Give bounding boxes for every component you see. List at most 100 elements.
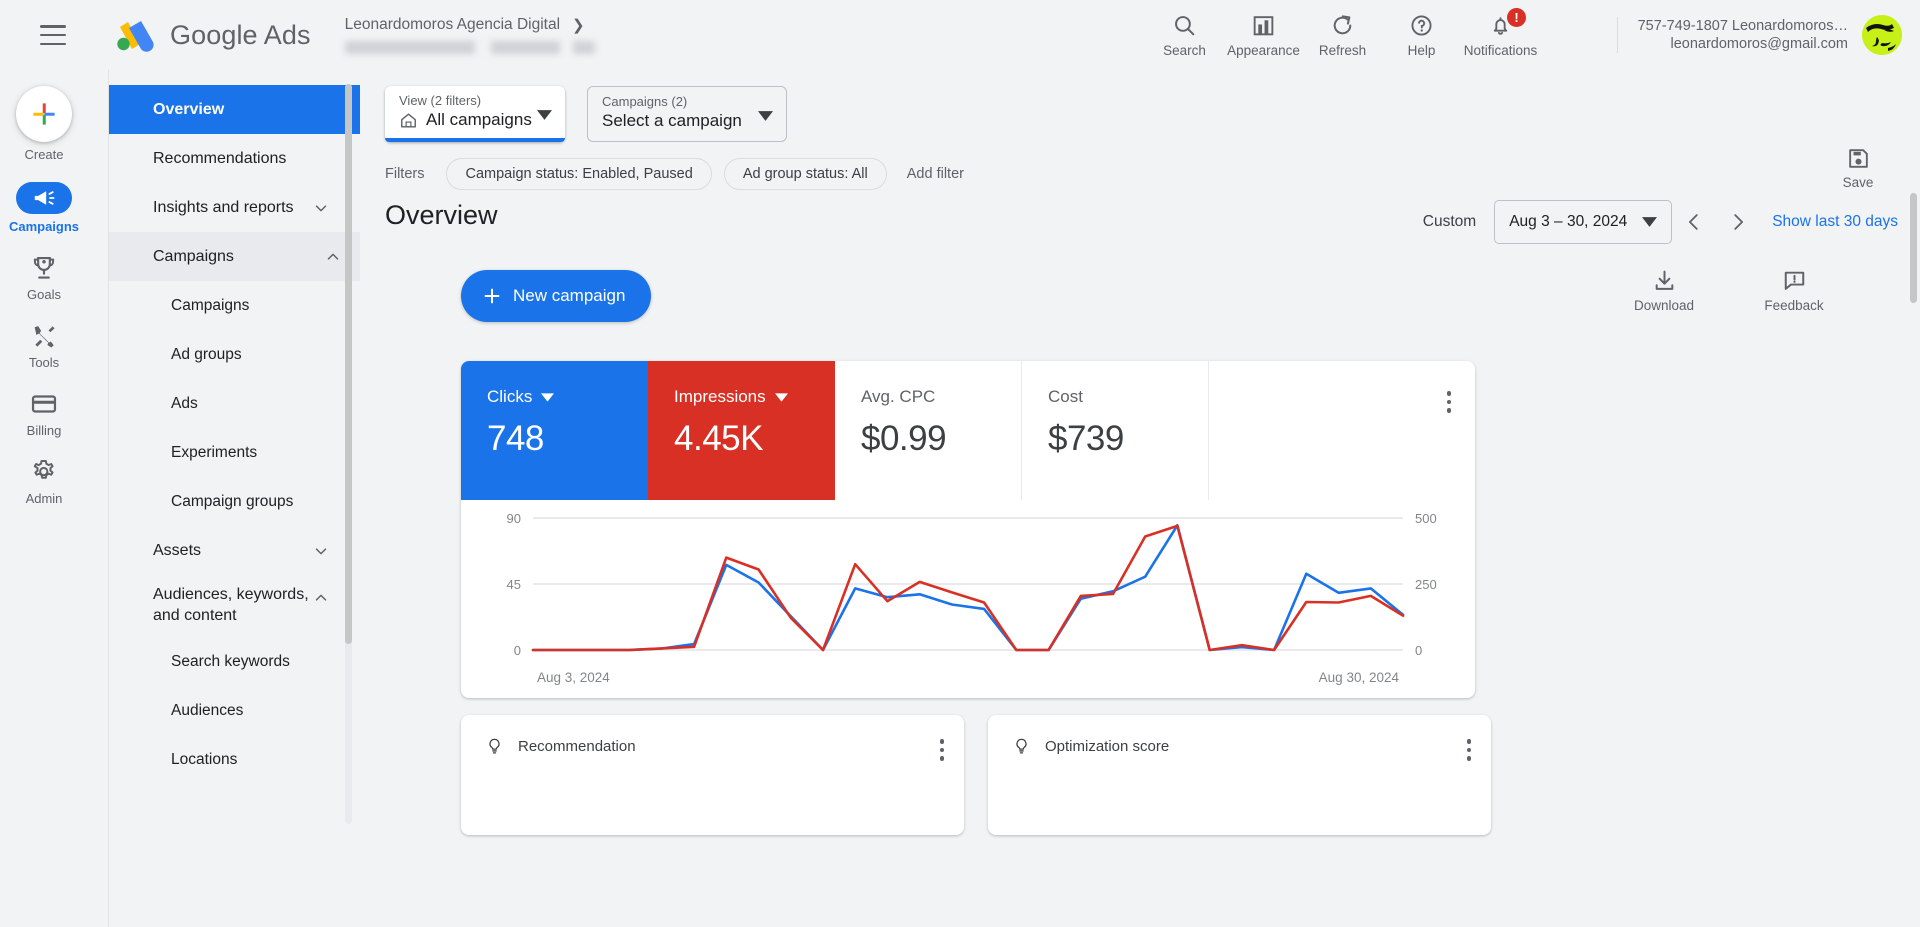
rail-label-tools: Tools (28, 355, 60, 370)
credit-card-icon (31, 395, 57, 413)
account-block[interactable]: 757-749-1807 Leonardomoros… leonardomoro… (1616, 0, 1902, 70)
sidebar-item-search-keywords[interactable]: Search keywords (109, 637, 348, 686)
metric-card-clicks[interactable]: Clicks 748 (461, 361, 648, 500)
rail-label-create: Create (24, 147, 64, 162)
metric-value-avg-cpc: $0.99 (861, 419, 947, 458)
show-last-30-days-link[interactable]: Show last 30 days (1772, 213, 1898, 231)
optimization-score-card-title: Optimization score (1045, 738, 1170, 755)
sidebar-item-campaigns-group[interactable]: Campaigns (109, 232, 360, 281)
sidebar-item-audiences-keywords-content[interactable]: Audiences, keywords, and content (109, 575, 348, 637)
chevron-right-icon (1734, 214, 1744, 230)
recommendation-card-overflow-menu[interactable] (939, 739, 944, 765)
brand[interactable]: Google Ads (114, 18, 311, 52)
metric-card-impressions[interactable]: Impressions 4.45K (648, 361, 835, 500)
sidebar-label-ads: Ads (171, 394, 198, 412)
avatar[interactable] (1862, 15, 1902, 55)
account-id: 757-749-1807 Leonardomoros… (1637, 18, 1848, 34)
recommendation-card[interactable]: Recommendation (461, 715, 964, 835)
notifications-label: Notifications (1463, 42, 1538, 58)
main-scrollbar-thumb[interactable] (1910, 193, 1917, 303)
metric-card-cost[interactable]: Cost $739 (1022, 361, 1209, 500)
search-button[interactable]: Search (1145, 2, 1224, 68)
sidebar-label-audiences: Audiences (171, 701, 244, 719)
sidebar-item-campaigns[interactable]: Campaigns (109, 281, 348, 330)
sidebar-item-locations[interactable]: Locations (109, 735, 348, 784)
rail-item-create[interactable]: Create (0, 86, 88, 162)
date-custom-label: Custom (1422, 213, 1477, 230)
campaign-selector-caption: Campaigns (2) (602, 94, 688, 109)
feedback-button[interactable]: Feedback (1754, 268, 1834, 313)
filters-label: Filters (385, 166, 425, 182)
notifications-button[interactable]: ! Notifications (1461, 2, 1540, 68)
add-filter-button[interactable]: Add filter (899, 166, 972, 182)
chevron-down-icon (537, 110, 552, 120)
date-range-controls: Custom Aug 3 – 30, 2024 Show last 30 day… (1423, 200, 1898, 244)
optimization-score-card-overflow-menu[interactable] (1466, 739, 1471, 765)
date-range-select[interactable]: Aug 3 – 30, 2024 (1494, 200, 1673, 244)
sidebar-item-experiments[interactable]: Experiments (109, 428, 348, 477)
help-button[interactable]: Help (1382, 2, 1461, 68)
campaigns-pill[interactable] (16, 182, 72, 214)
sidebar-label-search-keywords: Search keywords (171, 652, 290, 670)
metric-cards-overflow-menu[interactable] (1446, 391, 1451, 417)
new-campaign-button[interactable]: New campaign (461, 270, 652, 322)
chevron-left-icon (1689, 214, 1698, 230)
chevron-down-icon (315, 204, 327, 211)
rail-item-tools[interactable]: Tools (0, 322, 88, 370)
chevron-right-icon: ❯ (572, 17, 585, 34)
chart-series-impressions (531, 524, 1405, 652)
account-divider (1616, 17, 1618, 53)
date-next-button[interactable] (1716, 200, 1760, 244)
appearance-button[interactable]: Appearance (1224, 2, 1303, 68)
chart-x-end-label: Aug 30, 2024 (1319, 670, 1400, 685)
rail-item-campaigns[interactable]: Campaigns (0, 182, 88, 234)
chart-right-tick-label: 0 (1415, 643, 1422, 658)
rail-item-goals[interactable]: Goals (0, 254, 88, 302)
save-button[interactable]: Save (1818, 146, 1898, 190)
rail-item-billing[interactable]: Billing (0, 390, 88, 438)
sidebar-item-ad-groups[interactable]: Ad groups (109, 330, 348, 379)
chevron-up-icon (315, 594, 327, 601)
sidebar-label-locations: Locations (171, 750, 238, 768)
left-nav-rail: Create Campaigns Goals Tools Billing Adm… (0, 70, 88, 927)
gear-icon (33, 460, 54, 479)
chevron-down-icon (541, 392, 555, 402)
filter-chip-ad-group-status[interactable]: Ad group status: All (723, 158, 887, 190)
sidebar-item-ads[interactable]: Ads (109, 379, 348, 428)
metric-name-impressions: Impressions (674, 387, 766, 406)
brand-google: Google (170, 19, 258, 50)
metric-value-impressions: 4.45K (674, 419, 763, 458)
breadcrumb[interactable]: Leonardomoros Agencia Digital ❯ (344, 7, 595, 63)
breadcrumb-blurred-subaccount (344, 41, 595, 54)
megaphone-icon (34, 191, 55, 205)
rail-item-admin[interactable]: Admin (0, 458, 88, 506)
view-selector[interactable]: View (2 filters) All campaigns (385, 86, 565, 142)
avatar-image (1862, 15, 1902, 55)
view-selector-active-underline (385, 138, 565, 142)
optimization-score-card[interactable]: Optimization score (988, 715, 1491, 835)
notifications-badge: ! (1507, 8, 1526, 27)
filter-chip-campaign-status[interactable]: Campaign status: Enabled, Paused (446, 158, 712, 190)
campaign-selector[interactable]: Campaigns (2) Select a campaign (587, 86, 787, 142)
download-button[interactable]: Download (1624, 268, 1704, 313)
date-prev-button[interactable] (1672, 200, 1716, 244)
create-button[interactable] (16, 86, 72, 142)
hamburger-menu-icon[interactable] (40, 25, 66, 45)
sidebar-item-overview[interactable]: Overview (109, 85, 360, 134)
lightbulb-icon (1016, 738, 1027, 754)
google-ads-overview-page: Google Ads Leonardomoros Agencia Digital… (0, 0, 1920, 927)
appearance-label: Appearance (1227, 42, 1300, 58)
sidebar-label-recommendations: Recommendations (153, 149, 287, 167)
rail-label-billing: Billing (26, 423, 62, 438)
sidebar-item-audiences[interactable]: Audiences (109, 686, 348, 735)
sidebar-item-recommendations[interactable]: Recommendations (109, 134, 348, 183)
metric-card-avg-cpc[interactable]: Avg. CPC $0.99 (835, 361, 1022, 500)
sidebar-item-insights-and-reports[interactable]: Insights and reports (109, 183, 348, 232)
chart-svg: 0 0 45 250 90 500 Aug 3, 2024 Aug 30, 2024 (507, 511, 1437, 685)
metric-name-avg-cpc: Avg. CPC (861, 387, 936, 406)
sidebar-item-assets[interactable]: Assets (109, 526, 348, 575)
sidebar-scrollbar-thumb[interactable] (345, 84, 352, 644)
refresh-button[interactable]: Refresh (1303, 2, 1382, 68)
sidebar-item-campaign-groups[interactable]: Campaign groups (109, 477, 348, 526)
sidebar-label-campaigns-group: Campaigns (153, 247, 234, 265)
